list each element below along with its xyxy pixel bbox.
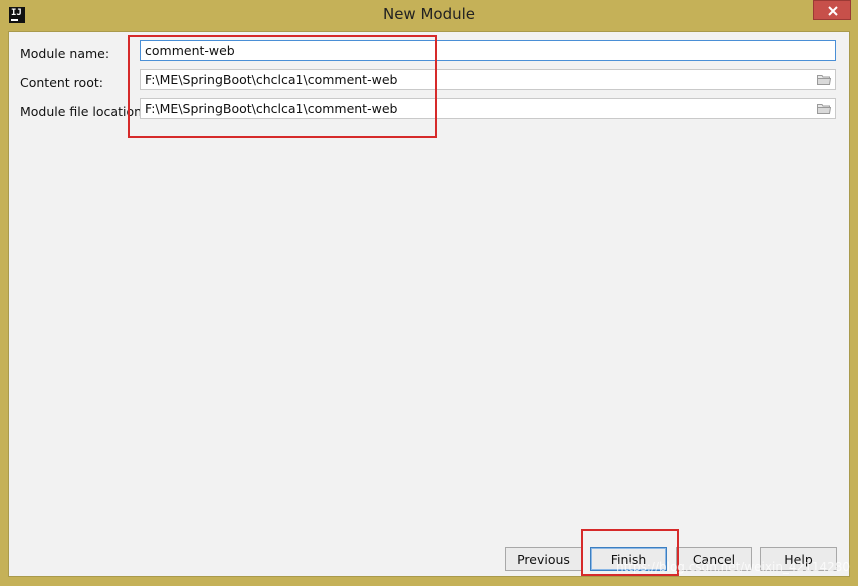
close-icon	[828, 6, 838, 16]
close-button[interactable]	[813, 0, 851, 20]
window-title: New Module	[382, 5, 476, 23]
content-root-label: Content root:	[20, 75, 103, 90]
folder-icon[interactable]	[817, 74, 831, 85]
module-name-label: Module name:	[20, 46, 110, 61]
folder-icon[interactable]	[817, 103, 831, 114]
watermark: https://blog.csdn.net/weixin_42114280	[615, 560, 850, 574]
fields-highlight-box	[128, 35, 437, 138]
new-module-dialog: IJ New Module Module name: comment-web C…	[0, 0, 858, 586]
previous-button[interactable]: Previous	[505, 547, 582, 571]
title-bar[interactable]: IJ New Module	[0, 0, 858, 30]
